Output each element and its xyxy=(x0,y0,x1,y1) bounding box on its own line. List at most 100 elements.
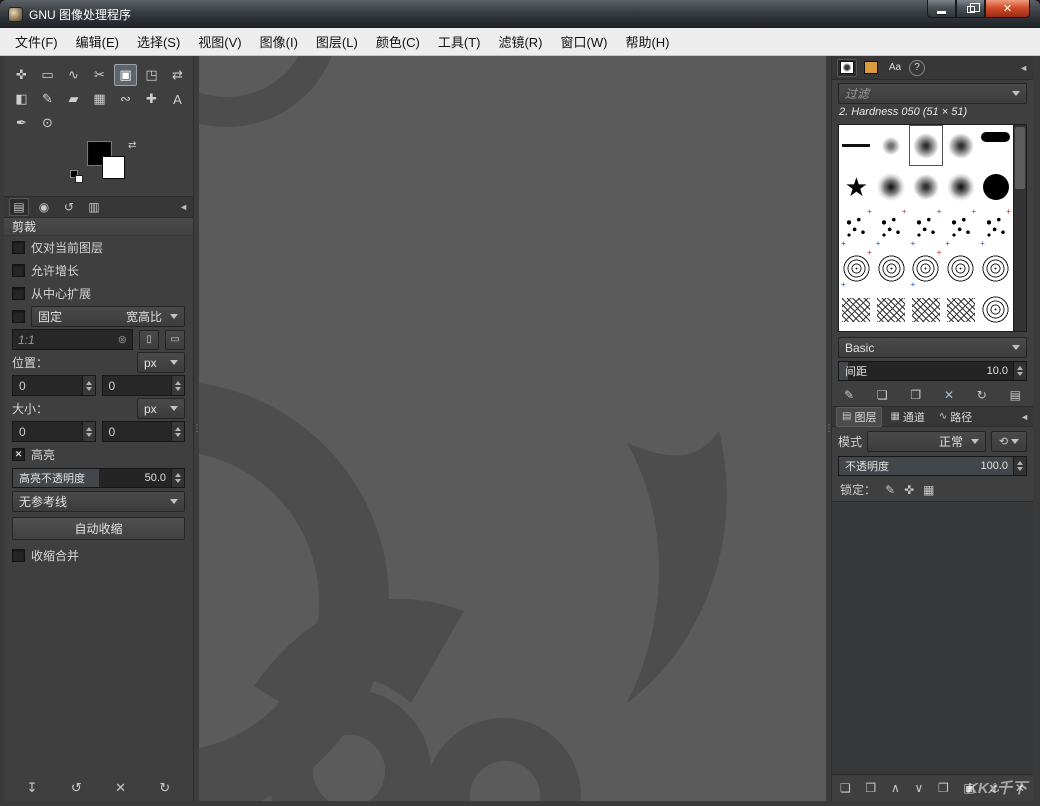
lock-pixels-icon[interactable]: ✎ xyxy=(885,483,895,497)
pointer-tab[interactable]: ▥ xyxy=(84,198,104,216)
move-tool[interactable]: ✜ xyxy=(10,64,33,86)
free-select-tool[interactable]: ∿ xyxy=(62,64,85,86)
clone-tool[interactable]: ▦ xyxy=(88,88,111,110)
new-layer-icon[interactable]: ❏ xyxy=(840,781,851,795)
undo-history-tab[interactable]: ↺ xyxy=(59,198,79,216)
brush-spacing-slider[interactable]: 间距 10.0 xyxy=(838,361,1027,381)
dock-collapse-icon[interactable]: ◄ xyxy=(179,202,188,212)
edit-brush-icon[interactable]: ✎ xyxy=(844,388,854,402)
canvas[interactable] xyxy=(199,56,826,801)
layers-list[interactable] xyxy=(832,501,1033,775)
brush-thumbnail[interactable] xyxy=(874,207,909,248)
duplicate-layer-icon[interactable]: ❐ xyxy=(938,781,949,795)
auto-shrink-button[interactable]: 自动收缩 xyxy=(12,517,185,540)
new-brush-icon[interactable]: ❏ xyxy=(877,388,888,402)
clear-icon[interactable]: ⊗ xyxy=(118,333,127,346)
tab-fonts[interactable]: Aa xyxy=(885,59,905,77)
brush-thumbnail[interactable] xyxy=(839,207,874,248)
flip-tool[interactable]: ⇄ xyxy=(166,64,189,86)
heal-tool[interactable]: ✚ xyxy=(140,88,163,110)
tab-paths[interactable]: ∿ 路径 xyxy=(933,407,978,427)
brush-thumbnail[interactable] xyxy=(839,248,874,289)
brush-thumbnail[interactable]: ★ xyxy=(839,166,874,207)
menu-select[interactable]: 选择(S) xyxy=(128,27,189,56)
swap-colors-icon[interactable]: ⇄ xyxy=(128,140,136,151)
only-current-layer-checkbox[interactable] xyxy=(12,241,25,254)
highlight-checkbox[interactable]: ✕ xyxy=(12,448,25,461)
delete-layer-icon[interactable]: ✕ xyxy=(1015,781,1025,795)
restore-button[interactable] xyxy=(956,0,985,18)
scissors-select-tool[interactable]: ✂ xyxy=(88,64,111,86)
brush-grid[interactable]: ★ xyxy=(838,124,1014,332)
brush-thumbnail[interactable] xyxy=(978,166,1013,207)
merge-layer-icon[interactable]: ▣ xyxy=(963,781,974,795)
spinner-arrows[interactable] xyxy=(1013,362,1026,380)
menu-edit[interactable]: 编辑(E) xyxy=(67,27,128,56)
brush-grid-scrollbar[interactable] xyxy=(1014,124,1027,332)
bucket-fill-tool[interactable]: ◧ xyxy=(10,88,33,110)
crop-tool[interactable]: ▣ xyxy=(114,64,137,86)
brush-thumbnail[interactable] xyxy=(978,125,1013,166)
duplicate-brush-icon[interactable]: ❐ xyxy=(910,388,921,402)
menu-help[interactable]: 帮助(H) xyxy=(616,27,678,56)
menu-file[interactable]: 文件(F) xyxy=(6,27,67,56)
layer-opacity-slider[interactable]: 不透明度 100.0 xyxy=(838,456,1027,476)
spinner-arrows[interactable] xyxy=(171,376,184,395)
shrink-merged-checkbox[interactable] xyxy=(12,549,25,562)
position-unit-dropdown[interactable]: px xyxy=(137,352,185,373)
spinner-arrows[interactable] xyxy=(171,422,184,441)
lock-position-icon[interactable]: ✜ xyxy=(904,483,914,497)
menu-layer[interactable]: 图层(L) xyxy=(307,27,367,56)
brush-thumbnail[interactable] xyxy=(874,289,909,330)
titlebar[interactable]: GNU 图像处理程序 ✕ xyxy=(0,0,1040,28)
eraser-tool[interactable]: ▰ xyxy=(62,88,85,110)
close-button[interactable]: ✕ xyxy=(985,0,1030,18)
spinner-arrows[interactable] xyxy=(1013,457,1026,475)
zoom-tool[interactable]: ⊙ xyxy=(36,112,59,134)
spinner-arrows[interactable] xyxy=(81,422,95,441)
delete-brush-icon[interactable]: ✕ xyxy=(944,388,954,402)
menu-view[interactable]: 视图(V) xyxy=(189,27,250,56)
reset-options-icon[interactable]: ↻ xyxy=(154,780,176,796)
portrait-orientation-button[interactable]: ▯ xyxy=(139,329,159,350)
menu-image[interactable]: 图像(I) xyxy=(251,27,307,56)
brush-thumbnail-selected[interactable] xyxy=(909,125,944,166)
brush-thumbnail[interactable] xyxy=(874,248,909,289)
size-width-spinbox[interactable]: 0 xyxy=(12,421,96,442)
dock-collapse-icon[interactable]: ◄ xyxy=(1020,412,1029,422)
brush-group-dropdown[interactable]: Basic xyxy=(838,337,1027,358)
color-picker-tool[interactable]: ✒ xyxy=(10,112,33,134)
size-unit-dropdown[interactable]: px xyxy=(137,398,185,419)
position-x-spinbox[interactable]: 0 xyxy=(12,375,96,396)
tab-brushes[interactable] xyxy=(837,58,857,77)
dock-collapse-icon[interactable]: ◄ xyxy=(1019,63,1028,73)
raise-layer-icon[interactable]: ∧ xyxy=(891,781,900,795)
tab-document-history[interactable]: ? xyxy=(909,59,925,76)
save-preset-icon[interactable]: ↧ xyxy=(21,780,43,796)
brush-thumbnail[interactable] xyxy=(943,289,978,330)
background-color-swatch[interactable] xyxy=(102,156,125,179)
brush-thumbnail[interactable] xyxy=(839,125,874,166)
highlight-opacity-slider[interactable]: 高亮不透明度 50.0 xyxy=(12,468,185,488)
tool-options-tab[interactable]: ▤ xyxy=(9,198,29,216)
spinner-arrows[interactable] xyxy=(81,376,95,395)
open-brush-icon[interactable]: ▤ xyxy=(1010,388,1021,402)
scrollbar-thumb[interactable] xyxy=(1015,127,1025,189)
menu-tools[interactable]: 工具(T) xyxy=(429,27,490,56)
refresh-brushes-icon[interactable]: ↻ xyxy=(977,388,987,402)
brush-thumbnail[interactable] xyxy=(943,125,978,166)
brush-filter-dropdown[interactable]: 过滤 xyxy=(838,83,1027,104)
brush-thumbnail[interactable] xyxy=(978,248,1013,289)
brush-thumbnail[interactable] xyxy=(874,125,909,166)
device-status-tab[interactable]: ◉ xyxy=(34,198,54,216)
new-group-icon[interactable]: ❒ xyxy=(865,781,876,795)
brush-thumbnail[interactable] xyxy=(943,248,978,289)
landscape-orientation-button[interactable]: ▭ xyxy=(165,329,185,350)
delete-preset-icon[interactable]: ✕ xyxy=(110,780,132,796)
text-tool[interactable]: A xyxy=(166,88,189,110)
fixed-checkbox[interactable] xyxy=(12,310,25,323)
allow-growing-checkbox[interactable] xyxy=(12,264,25,277)
tab-patterns[interactable] xyxy=(861,59,881,77)
spinner-arrows[interactable] xyxy=(171,469,184,487)
guides-dropdown[interactable]: 无参考线 xyxy=(12,491,185,512)
